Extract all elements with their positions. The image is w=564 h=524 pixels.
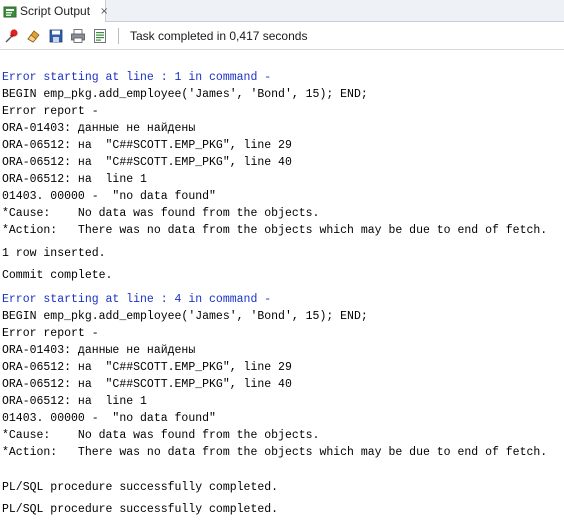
script-output-icon xyxy=(3,4,17,18)
print-icon[interactable] xyxy=(69,27,87,45)
output-line: *Cause: No data was found from the objec… xyxy=(2,207,320,220)
output-line: 01403. 00000 - "no data found" xyxy=(2,412,216,425)
output-line: 1 row inserted. xyxy=(2,247,106,260)
close-icon[interactable]: × xyxy=(100,6,108,17)
tab-strip: Script Output × xyxy=(0,0,564,22)
output-line: ORA-06512: на line 1 xyxy=(2,173,147,186)
output-line: ORA-01403: данные не найдены xyxy=(2,344,196,357)
output-line: PL/SQL procedure successfully completed. xyxy=(2,481,279,494)
export-icon[interactable] xyxy=(91,27,109,45)
output-line: ORA-06512: на "C##SCOTT.EMP_PKG", line 2… xyxy=(2,361,292,374)
output-line: Commit complete. xyxy=(2,269,113,282)
output-line: *Action: There was no data from the obje… xyxy=(2,446,548,459)
output-line: 01403. 00000 - "no data found" xyxy=(2,190,216,203)
output-line: ORA-06512: на "C##SCOTT.EMP_PKG", line 4… xyxy=(2,378,292,391)
toolbar: Task completed in 0,417 seconds xyxy=(0,22,564,50)
task-status: Task completed in 0,417 seconds xyxy=(130,29,308,43)
output-line: ORA-06512: на "C##SCOTT.EMP_PKG", line 2… xyxy=(2,139,292,152)
tab-label: Script Output xyxy=(20,4,91,18)
tab-script-output[interactable]: Script Output × xyxy=(0,0,108,22)
error-header-line: Error starting at line : 1 in command - xyxy=(2,71,272,84)
output-line: ORA-06512: на "C##SCOTT.EMP_PKG", line 4… xyxy=(2,156,292,169)
output-line: *Cause: No data was found from the objec… xyxy=(2,429,320,442)
pin-icon[interactable] xyxy=(3,27,21,45)
toolbar-separator xyxy=(118,28,119,44)
output-line: *Action: There was no data from the obje… xyxy=(2,224,548,237)
output-line: Error report - xyxy=(2,105,99,118)
output-line: BEGIN emp_pkg.add_employee('James', 'Bon… xyxy=(2,88,368,101)
output-line: ORA-06512: на line 1 xyxy=(2,395,147,408)
eraser-icon[interactable] xyxy=(25,27,43,45)
output-line: Error report - xyxy=(2,327,99,340)
output-line: BEGIN emp_pkg.add_employee('James', 'Bon… xyxy=(2,310,368,323)
script-output-text[interactable]: Error starting at line : 1 in command - … xyxy=(0,50,564,524)
output-line: PL/SQL procedure successfully completed. xyxy=(2,503,279,516)
output-line: ORA-01403: данные не найдены xyxy=(2,122,196,135)
save-icon[interactable] xyxy=(47,27,65,45)
error-header-line: Error starting at line : 4 in command - xyxy=(2,293,272,306)
